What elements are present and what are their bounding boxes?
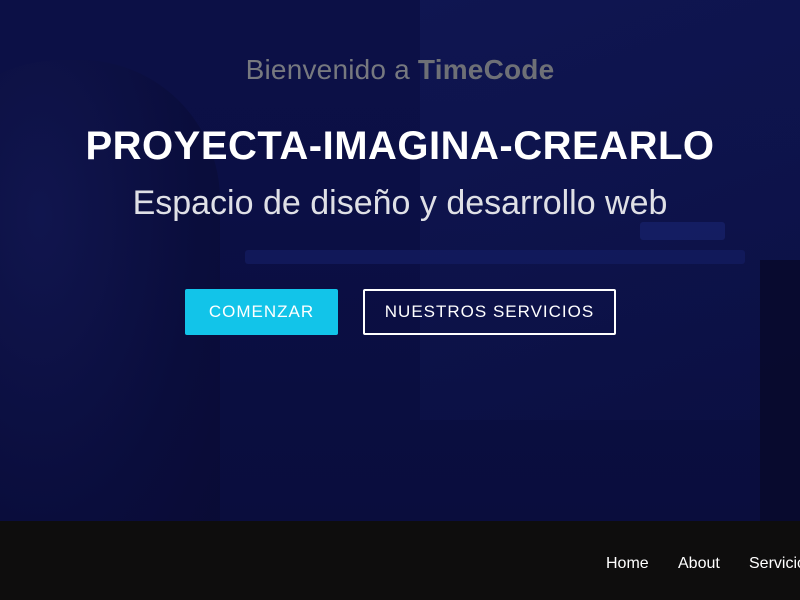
nav-item-home[interactable]: Home	[606, 555, 649, 573]
brand-name: TimeCode	[417, 54, 555, 85]
welcome-text: Bienvenido a TimeCode	[0, 54, 800, 86]
hero-background-detail	[245, 250, 745, 264]
hero-section: Bienvenido a TimeCode PROYECTA-IMAGINA-C…	[0, 0, 800, 521]
nav-item-about[interactable]: About	[678, 555, 720, 573]
start-button[interactable]: COMENZAR	[185, 289, 338, 335]
hero-subtitle: Espacio de diseño y desarrollo web	[132, 184, 668, 222]
bottom-navbar: Home About Servicios	[0, 521, 800, 600]
hero-background-edge	[760, 260, 800, 521]
hero-background-detail	[640, 222, 725, 240]
welcome-prefix: Bienvenido a	[245, 54, 418, 85]
hero-headline: PROYECTA-IMAGINA-CREARLO	[85, 124, 715, 168]
our-services-button[interactable]: NUESTROS SERVICIOS	[363, 289, 616, 335]
nav-item-services[interactable]: Servicios	[749, 555, 800, 573]
